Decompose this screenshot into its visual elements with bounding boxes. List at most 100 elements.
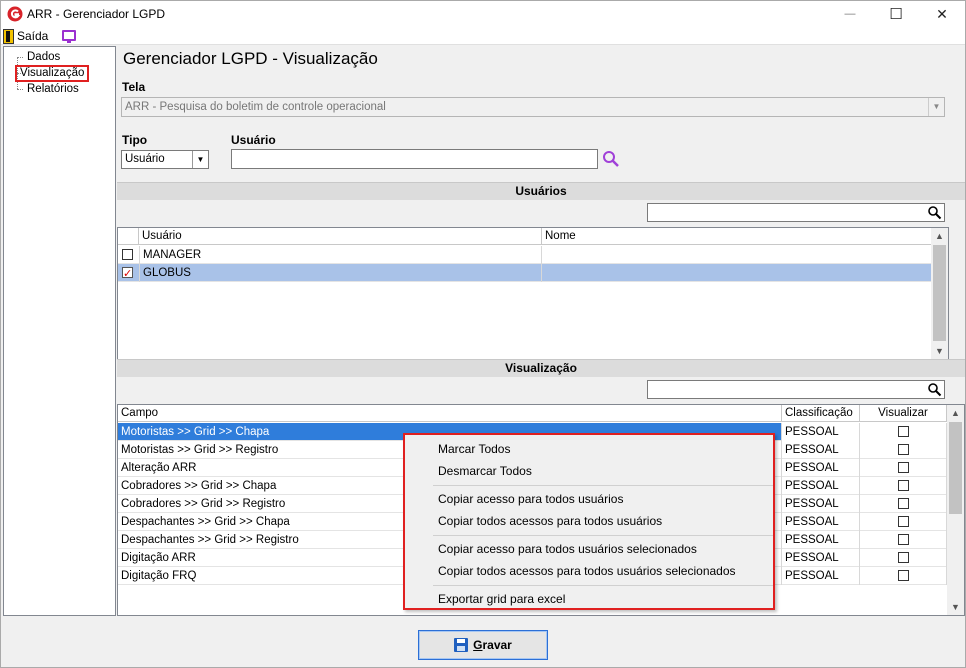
menu-item-copiar-todos-acessos-selecionados[interactable]: Copiar todos acessos para todos usuários… [438, 561, 736, 581]
exit-door-icon [3, 28, 14, 44]
chevron-down-icon[interactable]: ▼ [192, 151, 208, 168]
app-logo-icon [7, 6, 23, 22]
visualizar-checkbox[interactable] [898, 462, 909, 473]
search-icon[interactable] [602, 150, 620, 168]
close-icon: ✕ [936, 5, 948, 22]
row-visualizar-cell [860, 513, 947, 531]
tree-connector [17, 89, 23, 90]
menu-item-copiar-acesso-selecionados[interactable]: Copiar acesso para todos usuários seleci… [438, 539, 697, 559]
grid-header-visualizar[interactable]: Visualizar [860, 405, 947, 422]
row-visualizar-cell [860, 423, 947, 441]
usuarios-filter-input[interactable] [647, 203, 945, 222]
tela-select-value: ARR - Pesquisa do boletim de controle op… [125, 101, 386, 113]
save-label-rest: ravar [482, 638, 512, 652]
usuarios-scrollbar[interactable]: ▲ ▼ [931, 228, 948, 359]
scroll-thumb[interactable] [933, 245, 946, 341]
row-visualizar-cell [860, 459, 947, 477]
row-visualizar-cell [860, 549, 947, 567]
row-nome [542, 264, 932, 282]
scroll-up-icon[interactable]: ▲ [947, 405, 964, 421]
row-visualizar-cell [860, 531, 947, 549]
search-icon[interactable] [927, 205, 942, 220]
save-button-label: Gravar [473, 638, 512, 652]
table-row[interactable]: GLOBUS [118, 264, 932, 283]
row-checkbox[interactable] [122, 249, 133, 260]
row-visualizar-cell [860, 495, 947, 513]
row-nome [542, 246, 932, 264]
visualizacao-scrollbar[interactable]: ▲ ▼ [947, 405, 964, 615]
scroll-down-icon[interactable]: ▼ [947, 599, 964, 615]
visualizacao-filter-input[interactable] [647, 380, 945, 399]
menu-separator [433, 535, 773, 536]
title-bar: ARR - Gerenciador LGPD — ☐ ✕ [1, 1, 965, 27]
tree-item-visualizacao[interactable]: Visualização [15, 65, 90, 82]
row-checkbox[interactable] [122, 265, 133, 283]
grid-header-usuario[interactable]: Usuário [139, 228, 542, 245]
usuarios-section-header: Usuários [117, 182, 965, 200]
grid-header-campo[interactable]: Campo [118, 405, 782, 422]
row-visualizar-cell [860, 567, 947, 585]
tipo-select[interactable]: Usuário ▼ [121, 150, 209, 169]
tree-item-relatorios[interactable]: Relatórios [24, 82, 82, 96]
row-visualizar-cell [860, 441, 947, 459]
row-classificacao: PESSOAL [782, 441, 860, 459]
maximize-button[interactable]: ☐ [873, 1, 919, 27]
save-button[interactable]: Gravar [418, 630, 548, 660]
window-title: ARR - Gerenciador LGPD [27, 7, 166, 21]
menu-item-exportar-excel[interactable]: Exportar grid para excel [438, 589, 565, 609]
chevron-down-icon[interactable]: ▼ [928, 98, 944, 116]
row-classificacao: PESSOAL [782, 495, 860, 513]
visualizar-checkbox[interactable] [898, 444, 909, 455]
app-window: ARR - Gerenciador LGPD — ☐ ✕ Saída Dados… [0, 0, 966, 668]
menu-item-copiar-acesso-todos[interactable]: Copiar acesso para todos usuários [438, 489, 623, 509]
tree-connector [17, 57, 23, 58]
page-title: Gerenciador LGPD - Visualização [123, 49, 378, 68]
floppy-disk-icon [454, 638, 469, 652]
row-classificacao: PESSOAL [782, 513, 860, 531]
row-classificacao: PESSOAL [782, 567, 860, 585]
tree-item-dados[interactable]: Dados [24, 50, 63, 64]
table-row[interactable]: MANAGER [118, 246, 932, 264]
monitor-icon[interactable] [62, 30, 76, 43]
scroll-down-icon[interactable]: ▼ [931, 343, 948, 359]
usuario-input[interactable] [231, 149, 598, 169]
exit-label: Saída [17, 29, 49, 43]
menu-item-desmarcar-todos[interactable]: Desmarcar Todos [438, 461, 532, 481]
grid-header-classificacao[interactable]: Classificação [782, 405, 860, 422]
tela-select[interactable]: ARR - Pesquisa do boletim de controle op… [121, 97, 945, 117]
grid-header-nome[interactable]: Nome [542, 228, 932, 245]
menu-separator [433, 485, 773, 486]
row-usuario: MANAGER [139, 246, 542, 264]
exit-menu-item[interactable]: Saída [3, 27, 48, 45]
visualizar-checkbox[interactable] [898, 480, 909, 491]
row-usuario: GLOBUS [139, 264, 542, 282]
tipo-label: Tipo [122, 133, 148, 147]
row-classificacao: PESSOAL [782, 477, 860, 495]
visualizar-checkbox[interactable] [898, 534, 909, 545]
context-menu: Marcar Todos Desmarcar Todos Copiar aces… [403, 433, 775, 610]
minimize-icon: — [844, 8, 856, 20]
visualizar-checkbox[interactable] [898, 498, 909, 509]
search-icon[interactable] [927, 382, 942, 397]
close-button[interactable]: ✕ [919, 1, 965, 27]
row-classificacao: PESSOAL [782, 549, 860, 567]
tela-label: Tela [122, 80, 146, 94]
menu-separator [433, 585, 773, 586]
row-classificacao: PESSOAL [782, 459, 860, 477]
visualizar-checkbox[interactable] [898, 552, 909, 563]
visualizar-checkbox[interactable] [898, 516, 909, 527]
menu-item-marcar-todos[interactable]: Marcar Todos [438, 439, 510, 459]
visualizar-checkbox[interactable] [898, 426, 909, 437]
scroll-up-icon[interactable]: ▲ [931, 228, 948, 244]
row-classificacao: PESSOAL [782, 423, 860, 441]
row-visualizar-cell [860, 477, 947, 495]
menu-item-copiar-todos-acessos-todos[interactable]: Copiar todos acessos para todos usuários [438, 511, 662, 531]
navigation-tree: Dados Visualização Relatórios [3, 46, 116, 616]
minimize-button[interactable]: — [827, 1, 873, 27]
grid-header-check [118, 228, 139, 245]
menu-bar: Saída [1, 27, 965, 45]
row-classificacao: PESSOAL [782, 531, 860, 549]
scroll-thumb[interactable] [949, 422, 962, 514]
visualizar-checkbox[interactable] [898, 570, 909, 581]
maximize-icon: ☐ [889, 6, 903, 23]
